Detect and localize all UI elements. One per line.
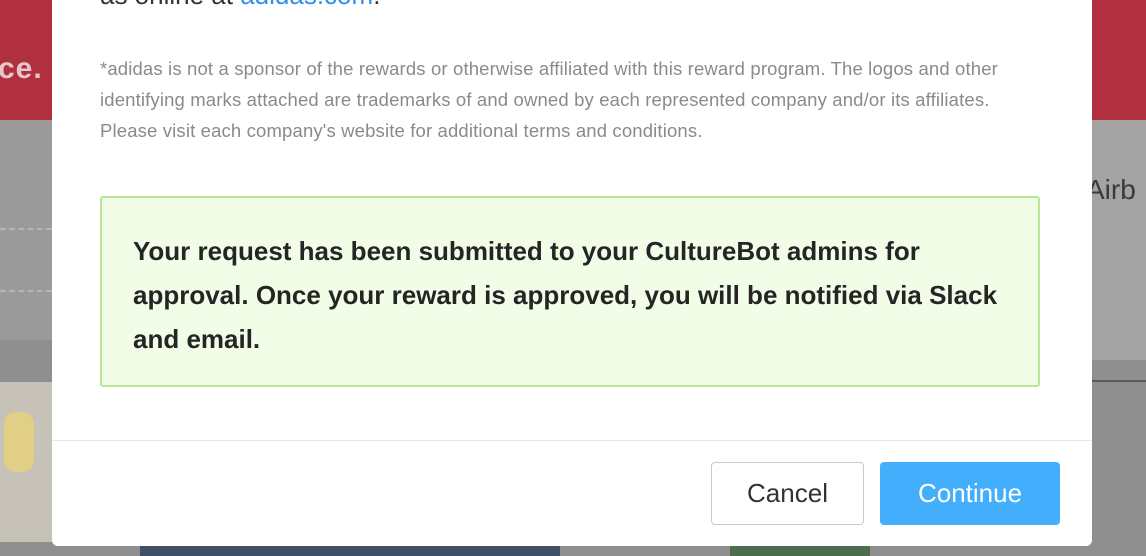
reward-request-modal: as online at adidas.com. *adidas is not …	[52, 0, 1092, 546]
background-divider	[0, 228, 52, 230]
background-reward-image	[140, 546, 560, 556]
background-divider	[1092, 380, 1146, 382]
adidas-link[interactable]: adidas.com	[240, 0, 373, 10]
redeem-instructions-period: .	[373, 0, 380, 10]
background-panel	[1092, 120, 1146, 360]
redeem-instructions-text: as online at	[100, 0, 233, 10]
continue-button[interactable]: Continue	[880, 462, 1060, 525]
modal-footer-divider	[52, 440, 1092, 441]
background-reward-name: Airb	[1086, 174, 1136, 205]
background-panel	[0, 120, 52, 340]
background-divider	[0, 290, 52, 292]
approval-notice-text: Your request has been submitted to your …	[133, 236, 998, 354]
background-reward-card	[1092, 0, 1146, 120]
background-reward-card: ce.	[0, 0, 52, 120]
redeem-instructions: as online at adidas.com.	[100, 0, 380, 11]
approval-notice: Your request has been submitted to your …	[100, 196, 1040, 387]
sponsor-disclaimer: *adidas is not a sponsor of the rewards …	[100, 58, 998, 141]
background-card-text: ce.	[0, 52, 43, 85]
cancel-button[interactable]: Cancel	[711, 462, 864, 525]
background-reward-image	[0, 382, 52, 542]
background-reward-image	[730, 546, 870, 556]
